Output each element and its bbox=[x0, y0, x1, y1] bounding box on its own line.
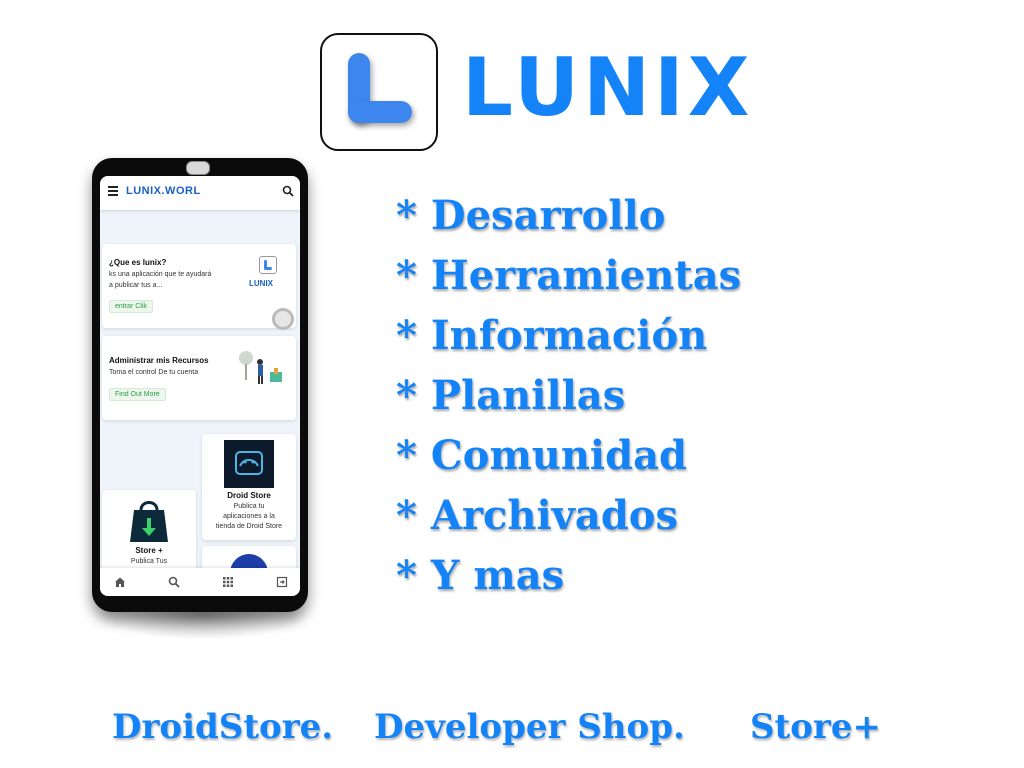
floating-circle-button[interactable] bbox=[272, 308, 294, 330]
feature-item: * Información bbox=[396, 312, 708, 359]
feature-item: * Y mas bbox=[396, 552, 565, 599]
droid-store-desc-line2: aplicaciones a la bbox=[223, 513, 275, 520]
app-bar: LUNIX.WORL bbox=[100, 176, 300, 210]
home-icon[interactable] bbox=[114, 576, 126, 588]
shopping-bag-icon bbox=[130, 501, 168, 542]
resources-card: Administrar mis Recursos Toma el control… bbox=[102, 336, 296, 420]
store-plus-desc: Publica Tus bbox=[130, 558, 168, 565]
app-title: LUNIX.WORL bbox=[126, 185, 201, 197]
brand-name: LUNIX bbox=[462, 41, 754, 134]
find-out-more-button[interactable]: Find Out More bbox=[109, 388, 166, 401]
about-desc-line2: a publicar tus a... bbox=[109, 282, 163, 289]
resources-desc: Toma el control De tu cuenta bbox=[109, 369, 199, 376]
droid-store-desc-line1: Publica tu bbox=[233, 503, 265, 510]
droid-store-card[interactable]: Droid Store Publica tu aplicaciones a la… bbox=[202, 434, 296, 540]
about-card: ¿Que es lunix? ks una aplicación que te … bbox=[102, 244, 296, 328]
search-icon[interactable] bbox=[282, 185, 294, 197]
lunix-mini-logo-icon bbox=[259, 256, 277, 274]
droid-store-icon bbox=[224, 440, 274, 488]
bottom-nav bbox=[100, 568, 300, 596]
droid-store-desc-line3: tienda de Droid Store bbox=[215, 523, 283, 530]
grid-icon[interactable] bbox=[222, 576, 234, 588]
feature-item: * Desarrollo bbox=[396, 192, 666, 239]
feature-item: * Planillas bbox=[396, 372, 626, 419]
resources-title: Administrar mis Recursos bbox=[109, 356, 209, 365]
droid-store-title: Droid Store bbox=[227, 491, 271, 500]
enter-button[interactable]: entrar Clik bbox=[109, 300, 153, 313]
about-desc-line1: ks una aplicación que te ayudará bbox=[109, 271, 212, 278]
footer-developer-shop: Developer Shop. bbox=[374, 707, 685, 747]
search-icon[interactable] bbox=[168, 576, 180, 588]
footer-store-plus: Store+ bbox=[750, 707, 881, 747]
phone-camera bbox=[186, 161, 210, 175]
about-title: ¿Que es lunix? bbox=[109, 258, 167, 267]
exit-icon[interactable] bbox=[276, 576, 288, 588]
feature-list: * Desarrollo * Herramientas * Información *… bbox=[396, 186, 741, 606]
store-plus-card[interactable]: Store + Publica Tus bbox=[102, 490, 196, 574]
feature-item: * Comunidad bbox=[396, 432, 687, 479]
people-illustration-icon bbox=[239, 351, 282, 384]
store-plus-title: Store + bbox=[135, 546, 163, 555]
menu-icon[interactable] bbox=[108, 186, 118, 196]
phone-mockup: LUNIX.WORL ¿Que es lunix? ks una aplicac… bbox=[92, 158, 308, 612]
lunix-logo-icon bbox=[320, 33, 438, 151]
feature-item: * Archivados bbox=[396, 492, 678, 539]
feature-item: * Herramientas bbox=[396, 252, 742, 299]
mini-brand-text: LUNIX bbox=[249, 279, 273, 288]
footer-droidstore: DroidStore. bbox=[112, 707, 334, 747]
phone-screen: LUNIX.WORL ¿Que es lunix? ks una aplicac… bbox=[100, 176, 300, 596]
